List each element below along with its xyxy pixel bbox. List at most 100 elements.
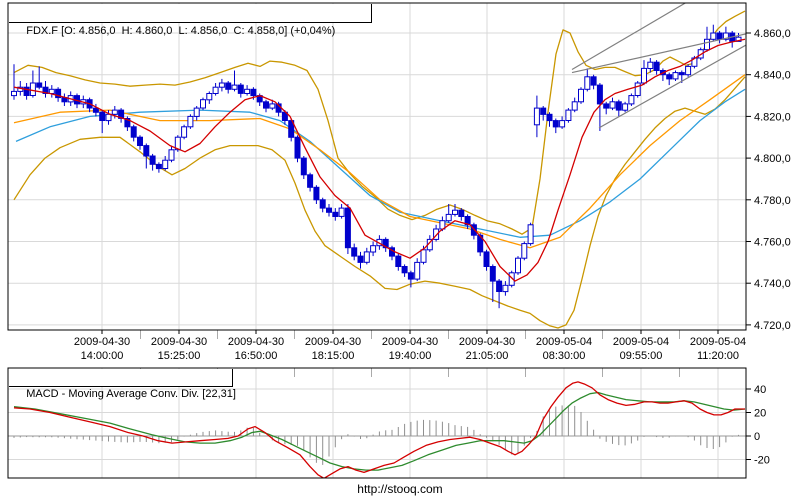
macd-tick-label: 20 xyxy=(754,408,766,420)
candle-body xyxy=(622,103,629,111)
trendline xyxy=(598,44,746,129)
x-tick-date-label: 2009-05-04 xyxy=(536,336,592,348)
candle-body xyxy=(672,72,679,80)
candle-body xyxy=(502,284,509,293)
candle-body xyxy=(641,67,647,84)
chart-title: FDX.F [O: 4.856,0 H: 4.860,0 L: 4.856,0 … xyxy=(26,25,336,37)
price-tick-label: 4.860,0 xyxy=(754,28,791,40)
candle-body xyxy=(401,266,408,274)
x-tick-time-label: 14:00:00 xyxy=(81,350,124,362)
candle-body xyxy=(420,249,427,263)
candle-body xyxy=(653,61,660,72)
candle-body xyxy=(200,99,206,109)
x-tick-time-label: 08:30:00 xyxy=(543,350,586,362)
candle-body xyxy=(571,101,578,111)
candle-body xyxy=(244,88,251,95)
candle-body xyxy=(533,107,540,126)
x-tick-date-label: 2009-04-30 xyxy=(305,336,361,348)
candle-body xyxy=(344,207,351,249)
x-tick-date-label: 2009-04-30 xyxy=(459,336,515,348)
candle-body xyxy=(137,136,143,146)
candle-body xyxy=(546,113,553,122)
candle-body xyxy=(445,213,452,222)
candle-body xyxy=(193,107,200,117)
candle-body xyxy=(685,65,692,76)
candle-body xyxy=(162,159,169,169)
candle-body xyxy=(710,32,717,40)
candle-body xyxy=(307,174,314,188)
candle-body xyxy=(704,38,710,51)
candle-body xyxy=(225,82,232,90)
x-tick-date-label: 2009-04-30 xyxy=(382,336,438,348)
candle-body xyxy=(231,84,238,90)
candle-body xyxy=(206,93,213,101)
candle-body xyxy=(521,243,528,259)
candle-body xyxy=(584,76,591,90)
candle-body xyxy=(590,76,597,86)
candle-body xyxy=(496,280,503,293)
x-tick-date-label: 2009-04-30 xyxy=(228,336,284,348)
candle-body xyxy=(319,199,326,209)
x-tick-time-label: 16:50:00 xyxy=(235,350,278,362)
candle-body xyxy=(263,101,269,109)
candle-body xyxy=(565,109,572,121)
candle-body xyxy=(250,88,257,97)
candle-body xyxy=(130,126,137,138)
candle-body xyxy=(363,251,370,263)
price-tick-label: 4.820,0 xyxy=(754,111,791,123)
candle-body xyxy=(29,82,36,96)
candle-body xyxy=(218,82,225,88)
candle-body xyxy=(647,61,654,70)
footer-url: http://stooq.com xyxy=(357,482,443,496)
candle-body xyxy=(628,95,635,105)
x-tick-time-label: 19:40:00 xyxy=(389,350,432,362)
x-tick-time-label: 15:25:00 xyxy=(158,350,201,362)
candle-body xyxy=(407,272,414,280)
candle-body xyxy=(414,261,421,280)
candle-body xyxy=(326,207,332,213)
price-tick-label: 4.800,0 xyxy=(754,153,791,165)
candle-body xyxy=(187,115,194,128)
x-tick-date-label: 2009-04-30 xyxy=(151,336,207,348)
trendline xyxy=(571,33,746,74)
candle-body xyxy=(489,266,496,282)
candle-body xyxy=(552,120,559,128)
candle-body xyxy=(143,145,150,157)
price-tick-label: 4.740,0 xyxy=(754,278,791,290)
price-tick-label: 4.840,0 xyxy=(754,70,791,82)
candle-body xyxy=(603,103,610,109)
chart-title-box: FDX.F [O: 4.856,0 H: 4.860,0 L: 4.856,0 … xyxy=(9,4,372,37)
macd-title-box: MACD - Moving Average Conv. Div. [22,31] xyxy=(9,369,236,400)
candle-body xyxy=(515,257,521,274)
x-tick-time-label: 18:15:00 xyxy=(312,350,355,362)
candle-body xyxy=(155,163,162,170)
candle-body xyxy=(615,101,622,111)
candle-body xyxy=(36,82,43,88)
candle-body xyxy=(105,113,112,122)
candle-body xyxy=(634,82,641,96)
candle-body xyxy=(609,101,616,109)
candle-body xyxy=(540,107,547,115)
candle-body xyxy=(269,103,276,109)
candle-body xyxy=(678,72,685,76)
candle-body xyxy=(111,109,118,115)
candle-body xyxy=(527,224,534,245)
macd-tick-label: 40 xyxy=(754,384,766,396)
candle-body xyxy=(294,136,301,159)
candle-body xyxy=(351,247,358,257)
x-tick-date-label: 2009-05-04 xyxy=(690,336,746,348)
price-tick-label: 4.760,0 xyxy=(754,237,791,249)
candle-body xyxy=(716,32,723,40)
candle-body xyxy=(300,157,307,176)
candle-body xyxy=(596,84,603,105)
candle-body xyxy=(313,186,320,201)
x-tick-date-label: 2009-04-30 xyxy=(74,336,130,348)
candle-body xyxy=(578,88,584,103)
candle-body xyxy=(212,86,219,94)
candle-body xyxy=(181,126,188,138)
x-tick-date-label: 2009-05-04 xyxy=(613,336,669,348)
candle-body xyxy=(357,255,364,263)
ma-slow-blue-line xyxy=(15,88,746,238)
x-tick-time-label: 09:55:00 xyxy=(620,350,663,362)
price-tick-label: 4.780,0 xyxy=(754,195,791,207)
